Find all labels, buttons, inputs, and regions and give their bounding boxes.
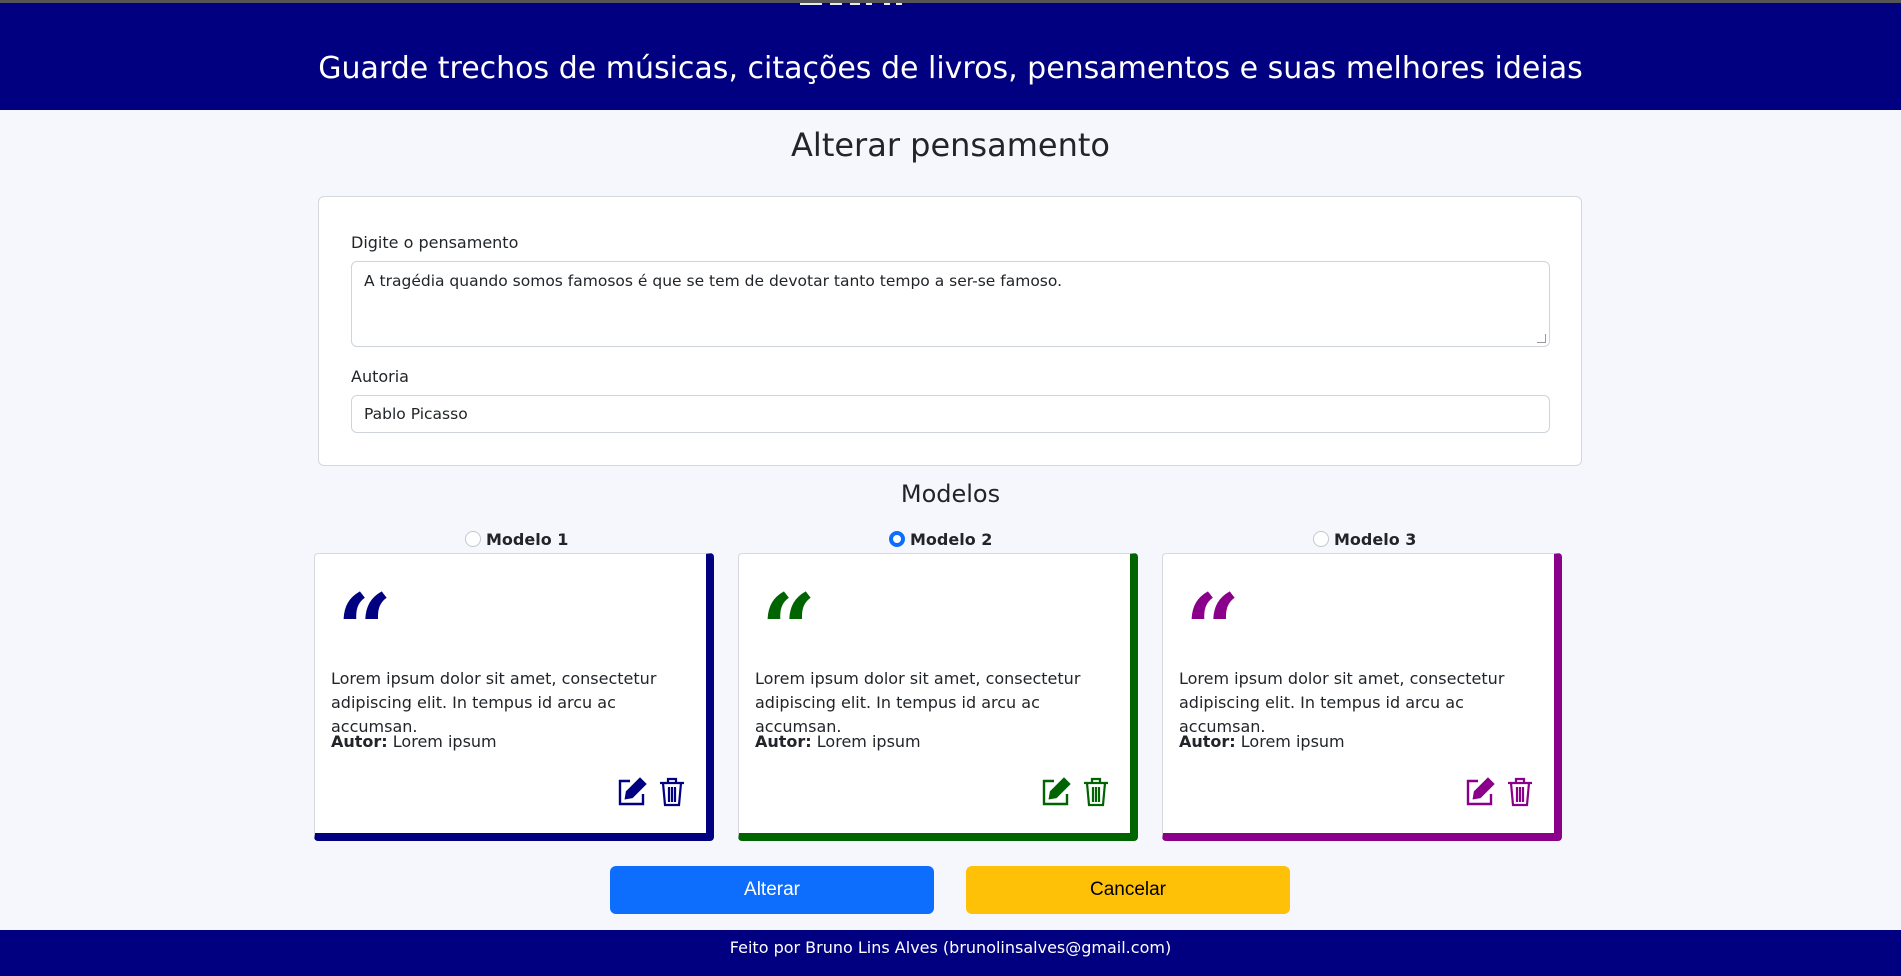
logo [800,3,960,19]
trash-icon[interactable] [656,776,688,808]
page-title: Alterar pensamento [791,126,1110,164]
model-3-author: Autor: Lorem ipsum [1179,732,1345,751]
model-2-label[interactable]: Modelo 2 [910,530,992,549]
model-2-text: Lorem ipsum dolor sit amet, consectetur … [755,669,1081,736]
model-2-author: Autor: Lorem ipsum [755,732,921,751]
author-prefix: Autor: [755,732,812,751]
thought-label: Digite o pensamento [351,233,519,252]
thought-textarea[interactable]: A tragédia quando somos famosos é que se… [351,261,1550,347]
model-3-card[interactable]: “ Lorem ipsum dolor sit amet, consectetu… [1162,553,1562,841]
edit-icon[interactable] [616,776,648,808]
model-1-text: Lorem ipsum dolor sit amet, consectetur … [331,669,657,736]
models-title: Modelos [900,480,1001,508]
author-prefix: Autor: [331,732,388,751]
model-1-radio[interactable] [465,531,481,547]
model-1-label[interactable]: Modelo 1 [486,530,568,549]
model-2-option[interactable]: Modelo 2 [889,529,992,549]
trash-icon[interactable] [1504,776,1536,808]
model-1-card[interactable]: “ Lorem ipsum dolor sit amet, consectetu… [314,553,714,841]
header-tagline: Guarde trechos de músicas, citações de l… [318,51,1583,86]
author-prefix: Autor: [1179,732,1236,751]
author-name: Lorem ipsum [816,732,921,751]
thought-form: Digite o pensamento A tragédia quando so… [318,196,1582,466]
model-3-option[interactable]: Modelo 3 [1313,529,1416,549]
model-1-option[interactable]: Modelo 1 [465,529,568,549]
cancel-button[interactable]: Cancelar [966,866,1290,914]
trash-icon[interactable] [1080,776,1112,808]
quote-icon: “ [337,573,393,686]
model-3-label[interactable]: Modelo 3 [1334,530,1416,549]
submit-button[interactable]: Alterar [610,866,934,914]
author-input-value: Pablo Picasso [364,405,468,423]
thought-textarea-value: A tragédia quando somos famosos é que se… [364,272,1063,290]
author-name: Lorem ipsum [392,732,497,751]
edit-icon[interactable] [1464,776,1496,808]
footer: Feito por Bruno Lins Alves (brunolinsalv… [0,930,1901,976]
header: Guarde trechos de músicas, citações de l… [0,0,1901,110]
model-2-card[interactable]: “ Lorem ipsum dolor sit amet, consectetu… [738,553,1138,841]
quote-icon: “ [1185,573,1241,686]
model-3-text: Lorem ipsum dolor sit amet, consectetur … [1179,669,1505,736]
author-input[interactable]: Pablo Picasso [351,395,1550,433]
model-1-author: Autor: Lorem ipsum [331,732,497,751]
resize-handle[interactable] [1537,334,1546,343]
model-3-radio[interactable] [1313,531,1329,547]
author-label: Autoria [351,367,409,386]
quote-icon: “ [761,573,817,686]
author-name: Lorem ipsum [1240,732,1345,751]
edit-icon[interactable] [1040,776,1072,808]
footer-text: Feito por Bruno Lins Alves (brunolinsalv… [729,938,1172,957]
model-2-radio[interactable] [889,531,905,547]
